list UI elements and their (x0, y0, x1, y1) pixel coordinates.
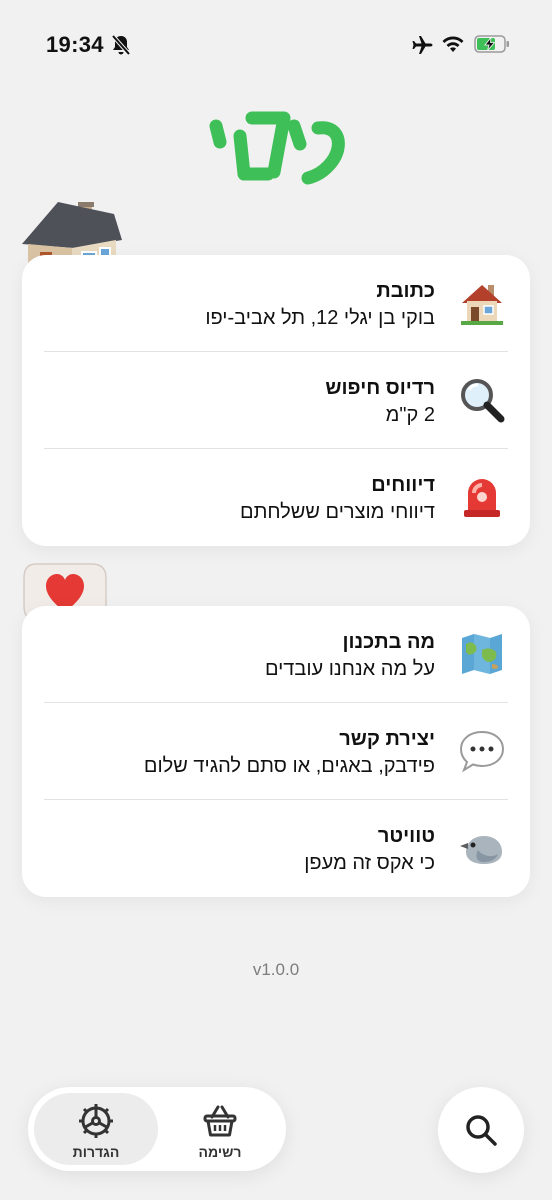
app-logo (209, 111, 345, 185)
settings-card-location: כתובת בוקי בן יגלי 12, תל אביב-יפו רדיוס… (22, 255, 530, 546)
basket-icon (203, 1105, 237, 1137)
tab-bar: הגדרות רשימה (28, 1087, 286, 1171)
battery-charging-icon (474, 35, 509, 53)
speech-bubble-icon (459, 730, 505, 773)
gear-icon (79, 1104, 113, 1138)
contact-title: יצירת קשר (339, 728, 435, 750)
roadmap-title: מה בתכנון (342, 631, 435, 653)
address-title: כתובת (376, 280, 435, 302)
search-radius-title: רדיוס חיפוש (325, 377, 435, 399)
reports-title: דיווחים (371, 474, 435, 496)
roadmap-row[interactable]: מה בתכנון על מה אנחנו עובדים (22, 606, 530, 703)
search-radius-value: 2 ק"מ (385, 404, 435, 426)
map-icon (462, 634, 502, 674)
roadmap-subtitle: על מה אנחנו עובדים (264, 658, 435, 680)
bird-icon (460, 836, 502, 864)
address-value: בוקי בן יגלי 12, תל אביב-יפו (205, 307, 435, 329)
magnifier-icon (461, 379, 505, 423)
app-version: v1.0.0 (252, 960, 300, 979)
address-row[interactable]: כתובת בוקי בן יגלי 12, תל אביב-יפו (22, 255, 530, 352)
tab-settings-label: הגדרות (72, 1144, 120, 1160)
twitter-subtitle: כי אקס זה מעפן (304, 852, 435, 874)
search-button[interactable] (438, 1087, 524, 1173)
status-bar: 19:34 (0, 0, 552, 90)
tab-list[interactable]: רשימה (158, 1093, 282, 1165)
settings-card-about: מה בתכנון על מה אנחנו עובדים יצירת קשר פ… (22, 606, 530, 897)
status-time: 19:34 (46, 32, 104, 57)
search-icon (466, 1115, 497, 1146)
contact-subtitle: פידבק, באגים, או סתם להגיד שלום (143, 755, 435, 777)
airplane-icon (412, 36, 433, 54)
twitter-title: טוויטר (377, 825, 435, 847)
siren-icon (464, 479, 500, 517)
reports-subtitle: דיווחי מוצרים ששלחתם (240, 501, 435, 523)
house-icon (461, 285, 503, 325)
search-radius-row[interactable]: רדיוס חיפוש 2 ק"מ (22, 352, 530, 449)
twitter-row[interactable]: טוויטר כי אקס זה מעפן (22, 800, 530, 897)
tab-settings[interactable]: הגדרות (34, 1093, 158, 1165)
wifi-icon (442, 36, 464, 52)
contact-row[interactable]: יצירת קשר פידבק, באגים, או סתם להגיד שלו… (22, 703, 530, 800)
reports-row[interactable]: דיווחים דיווחי מוצרים ששלחתם (22, 449, 530, 546)
tab-list-label: רשימה (198, 1144, 242, 1160)
bell-slash-icon (111, 34, 131, 56)
